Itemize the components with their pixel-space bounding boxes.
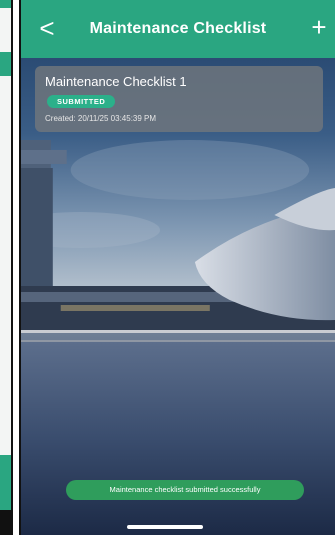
- previous-screen-header: [0, 0, 11, 8]
- home-indicator[interactable]: [127, 525, 203, 529]
- status-badge: SUBMITTED: [47, 95, 116, 108]
- previous-screen-footer-band: [0, 455, 11, 510]
- phone-screen: < Maintenance Checklist + Maintenance Ch…: [19, 0, 335, 535]
- app-header: < Maintenance Checklist +: [21, 0, 335, 58]
- back-button[interactable]: <: [33, 14, 61, 42]
- created-timestamp: Created: 20/11/25 03:45:39 PM: [45, 114, 157, 123]
- checklist-title: Maintenance Checklist 1: [45, 74, 187, 89]
- page-title: Maintenance Checklist: [89, 20, 267, 37]
- previous-screen-bottom: [0, 510, 11, 535]
- chevron-left-icon: <: [39, 13, 55, 43]
- add-checklist-button[interactable]: +: [305, 14, 333, 42]
- previous-screen-edge: [0, 0, 13, 535]
- previous-screen-band: [0, 52, 11, 76]
- success-toast: Maintenance checklist submitted successf…: [66, 480, 304, 500]
- checklist-card[interactable]: Maintenance Checklist 1 SUBMITTED Create…: [35, 66, 323, 132]
- plus-icon: +: [311, 12, 327, 42]
